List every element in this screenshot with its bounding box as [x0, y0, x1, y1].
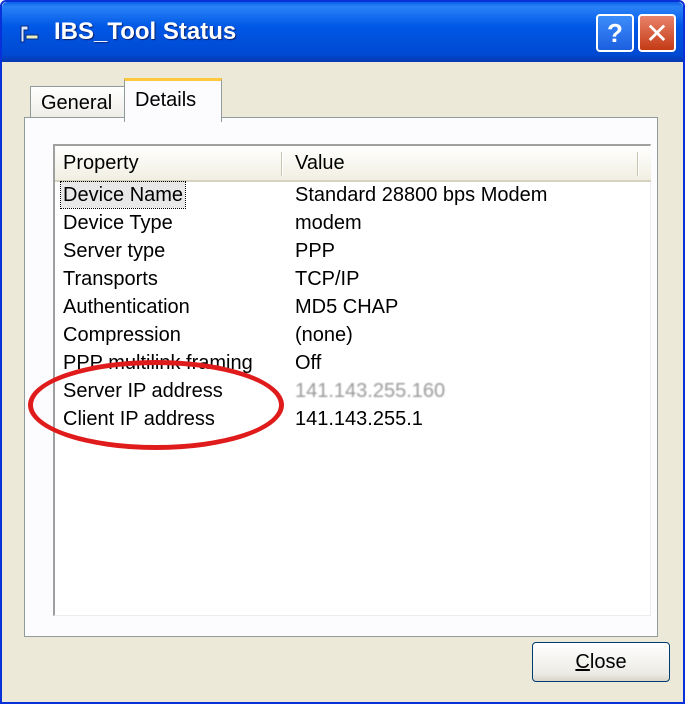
status-dialog: IBS_Tool Status ? ✕ General Details Prop… — [0, 0, 685, 704]
close-icon: ✕ — [645, 17, 669, 49]
tab-details[interactable]: Details — [124, 78, 222, 122]
list-item[interactable]: Compression (none) — [55, 322, 651, 350]
list-item[interactable]: Authentication MD5 CHAP — [55, 294, 651, 322]
details-panel: Property Value Device Name Standard 2880… — [24, 117, 658, 637]
list-item[interactable]: Client IP address 141.143.255.1 — [55, 406, 651, 434]
close-label-rest: lose — [589, 651, 627, 673]
property-cell: PPP multilink framing — [63, 352, 253, 374]
details-list[interactable]: Property Value Device Name Standard 2880… — [53, 144, 651, 616]
column-divider[interactable] — [281, 152, 283, 176]
column-header-value[interactable]: Value — [295, 146, 635, 180]
value-cell: 141.143.255.1 — [295, 408, 423, 430]
window-close-button[interactable]: ✕ — [638, 14, 676, 52]
list-item[interactable]: Server type PPP — [55, 238, 651, 266]
property-cell: Transports — [63, 268, 158, 290]
property-cell: Server IP address — [63, 380, 223, 402]
column-divider[interactable] — [637, 152, 639, 176]
network-connection-icon — [20, 25, 39, 43]
tab-general[interactable]: General — [30, 86, 126, 120]
value-cell: TCP/IP — [295, 268, 360, 290]
help-button[interactable]: ? — [596, 14, 634, 52]
property-cell: Device Name — [59, 181, 187, 209]
list-item[interactable]: PPP multilink framing Off — [55, 350, 651, 378]
question-mark-icon: ? — [607, 17, 623, 48]
value-cell: Standard 28800 bps Modem — [295, 184, 548, 206]
value-cell: (none) — [295, 324, 353, 346]
value-cell-redacted: 141.143.255.160 — [295, 380, 446, 402]
close-button[interactable]: Close — [532, 642, 670, 682]
property-cell: Authentication — [63, 296, 190, 318]
value-cell: PPP — [295, 240, 336, 262]
close-mnemonic: C — [575, 651, 590, 673]
value-cell: Off — [295, 352, 322, 374]
list-item[interactable]: Device Name Standard 28800 bps Modem — [55, 181, 651, 210]
list-header: Property Value — [55, 146, 651, 182]
property-cell: Compression — [63, 324, 181, 346]
window-title: IBS_Tool Status — [54, 18, 237, 45]
list-rows: Device Name Standard 28800 bps Modem Dev… — [55, 181, 651, 434]
property-cell: Client IP address — [63, 408, 215, 430]
title-bar[interactable]: IBS_Tool Status ? ✕ — [2, 2, 683, 62]
property-cell: Device Type — [63, 212, 173, 234]
property-cell: Server type — [63, 240, 166, 262]
list-item[interactable]: Server IP address 141.143.255.160 — [55, 378, 651, 406]
list-item[interactable]: Transports TCP/IP — [55, 266, 651, 294]
column-header-property[interactable]: Property — [63, 146, 285, 180]
list-item[interactable]: Device Type modem — [55, 210, 651, 238]
value-cell: MD5 CHAP — [295, 296, 399, 318]
value-cell: modem — [295, 212, 362, 234]
